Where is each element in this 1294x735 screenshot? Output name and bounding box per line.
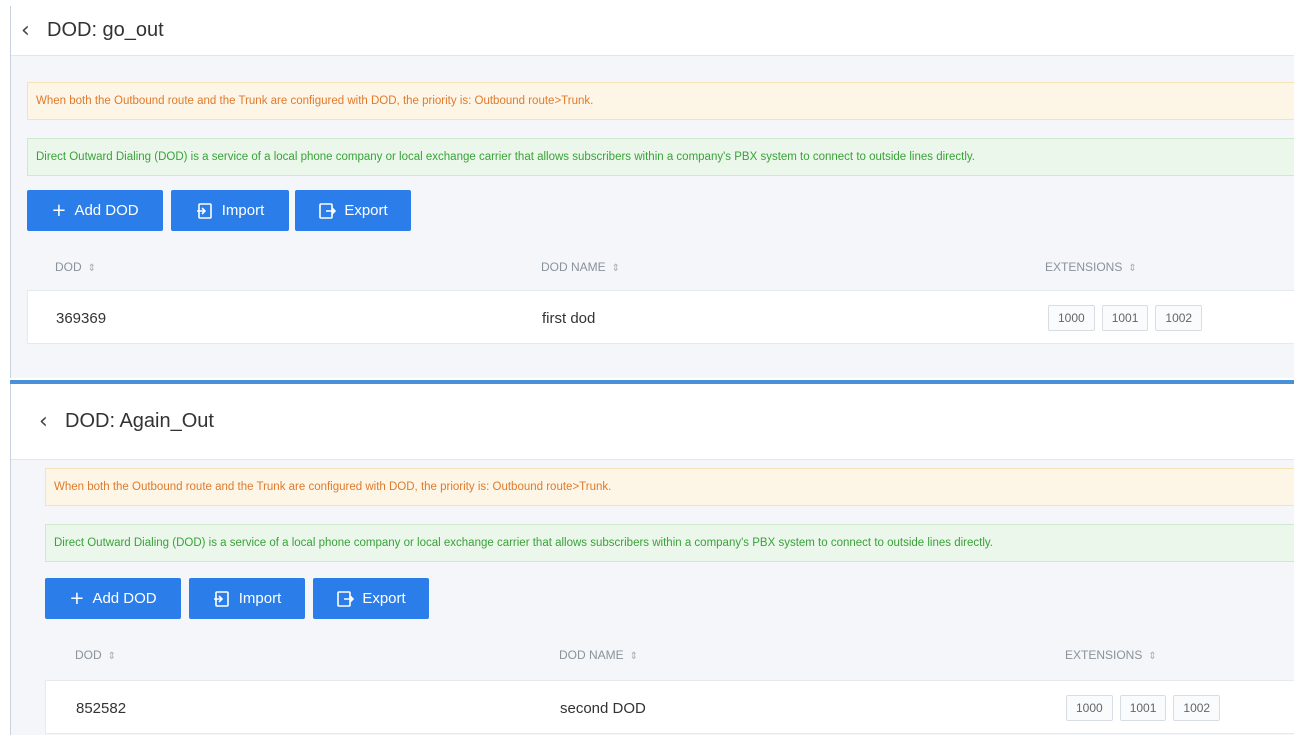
dod-name: first dod <box>542 309 596 327</box>
column-dod[interactable]: DOD ⇕ <box>55 260 96 274</box>
column-dod-name[interactable]: DOD NAME ⇕ <box>541 260 620 274</box>
column-dod-name[interactable]: DOD NAME ⇕ <box>559 648 638 662</box>
column-dod-label: DOD <box>75 648 102 662</box>
column-dod-label: DOD <box>55 260 82 274</box>
import-button[interactable]: Import <box>189 578 305 619</box>
import-icon <box>213 590 229 607</box>
priority-warning: When both the Outbound route and the Tru… <box>27 82 1294 120</box>
extension-tag: 1000 <box>1066 695 1113 721</box>
export-icon <box>337 590 355 607</box>
export-label: Export <box>344 202 388 219</box>
dod-info-notice: Direct Outward Dialing (DOD) is a servic… <box>27 138 1294 176</box>
export-button[interactable]: Export <box>295 190 411 231</box>
table-row[interactable]: 852582 second DOD 1000 1001 1002 <box>45 680 1294 734</box>
chevron-left-icon[interactable]: ‹ <box>21 18 43 43</box>
add-dod-label: Add DOD <box>92 590 157 607</box>
dod-number: 852582 <box>76 699 127 717</box>
export-button[interactable]: Export <box>313 578 429 619</box>
add-dod-button[interactable]: + Add DOD <box>27 190 163 231</box>
table-header: DOD ⇕ DOD NAME ⇕ EXTENSIONS ⇕ <box>27 252 1294 282</box>
sort-icon[interactable]: ⇕ <box>88 263 96 274</box>
column-extensions[interactable]: EXTENSIONS ⇕ <box>1045 260 1137 274</box>
column-dod-name-label: DOD NAME <box>559 648 624 662</box>
plus-icon: + <box>51 199 67 221</box>
export-icon <box>319 202 337 219</box>
extension-tags: 1000 1001 1002 <box>1066 681 1221 735</box>
dod-name: second DOD <box>560 699 646 717</box>
extension-tags: 1000 1001 1002 <box>1048 291 1203 345</box>
import-button[interactable]: Import <box>171 190 289 231</box>
dod-number: 369369 <box>56 309 107 327</box>
extension-tag: 1000 <box>1048 305 1095 331</box>
panel-header: ‹ DOD: Again_Out <box>11 384 1294 460</box>
plus-icon: + <box>69 587 85 609</box>
extension-tag: 1002 <box>1155 305 1203 331</box>
extension-tag: 1001 <box>1101 305 1149 331</box>
sort-icon[interactable]: ⇕ <box>1148 651 1156 662</box>
export-label: Export <box>362 590 406 607</box>
column-extensions-label: EXTENSIONS <box>1065 648 1143 662</box>
column-extensions-label: EXTENSIONS <box>1045 260 1123 274</box>
column-extensions[interactable]: EXTENSIONS ⇕ <box>1065 648 1157 662</box>
sort-icon[interactable]: ⇕ <box>630 651 638 662</box>
table-row[interactable]: 369369 first dod 1000 1001 1002 <box>27 290 1294 344</box>
sort-icon[interactable]: ⇕ <box>1128 263 1136 274</box>
panel-header: ‹ DOD: go_out <box>11 6 1294 56</box>
page-title: DOD: Again_Out <box>65 410 214 432</box>
dod-info-notice: Direct Outward Dialing (DOD) is a servic… <box>45 524 1294 562</box>
priority-warning: When both the Outbound route and the Tru… <box>45 468 1294 506</box>
chevron-left-icon[interactable]: ‹ <box>39 409 61 434</box>
sort-icon[interactable]: ⇕ <box>108 651 116 662</box>
add-dod-button[interactable]: + Add DOD <box>45 578 181 619</box>
dod-panel-go-out: ‹ DOD: go_out When both the Outbound rou… <box>10 6 1294 378</box>
page-title: DOD: go_out <box>47 19 164 41</box>
import-label: Import <box>238 590 282 607</box>
extension-tag: 1002 <box>1173 695 1221 721</box>
add-dod-label: Add DOD <box>74 202 139 219</box>
dod-panel-again-out: ‹ DOD: Again_Out When both the Outbound … <box>10 384 1294 735</box>
extension-tag: 1001 <box>1119 695 1167 721</box>
import-icon <box>196 202 212 219</box>
column-dod[interactable]: DOD ⇕ <box>75 648 116 662</box>
table-header: DOD ⇕ DOD NAME ⇕ EXTENSIONS ⇕ <box>45 640 1294 670</box>
import-label: Import <box>221 202 265 219</box>
column-dod-name-label: DOD NAME <box>541 260 606 274</box>
sort-icon[interactable]: ⇕ <box>612 263 620 274</box>
